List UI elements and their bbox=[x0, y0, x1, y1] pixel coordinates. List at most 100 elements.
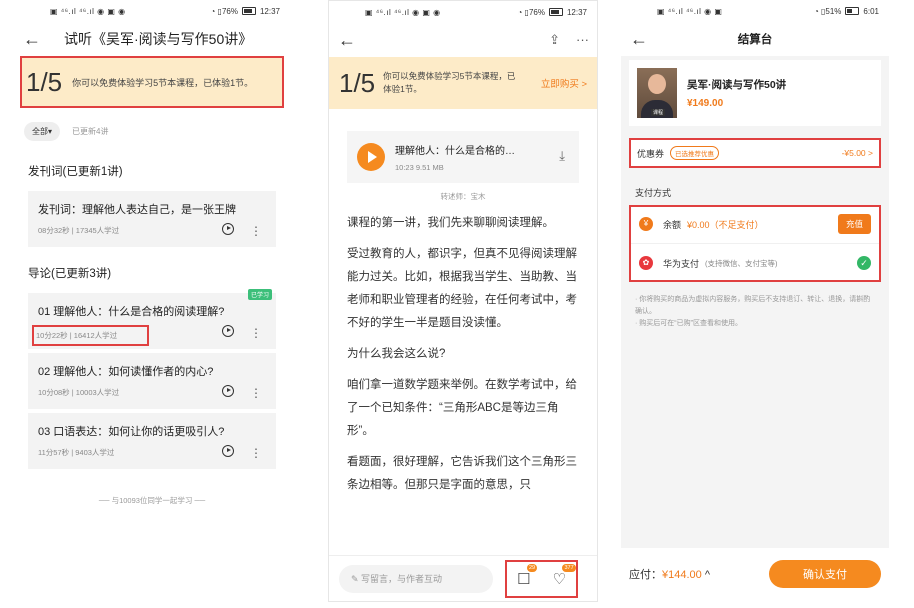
course-tag: 课程 bbox=[651, 109, 666, 116]
coupon-amount: -¥5.00 > bbox=[841, 148, 873, 158]
amount-due-value: ¥144.00 bbox=[662, 569, 702, 581]
phone-trial-list: ▣ ⁴⁶.ıl ⁴⁶.ıl ◉ ▣ ◉ ◔ ▯76% 12:37 ← 试听《吴军… bbox=[14, 0, 290, 600]
narrator-label: 转述师：宝木 bbox=[440, 192, 486, 201]
recharge-button[interactable]: 充值 bbox=[837, 214, 871, 234]
coupon-row[interactable]: 优惠券 已选推荐优惠 -¥5.00 > bbox=[629, 138, 881, 168]
lesson-card[interactable]: 已学习 01 理解他人：什么是合格的阅读理解? 10分22秒 | 16412人学… bbox=[28, 289, 276, 349]
more-vertical-icon[interactable]: ⋮ bbox=[250, 447, 262, 459]
audio-player[interactable]: 理解他人：什么是合格的… 10:23 9.51 MB ⤓ bbox=[347, 131, 579, 183]
comment-count-badge: 29 bbox=[527, 563, 538, 572]
trial-banner: 1/5 你可以免费体验学习5节本课程，已体验1节。 bbox=[20, 56, 284, 108]
coupon-tag: 已选推荐优惠 bbox=[670, 146, 720, 160]
balance-label: 余额 bbox=[663, 219, 682, 230]
article-paragraph: 咱们拿一道数学题来举例。在数学考试中，给了一个已知条件：“三角形ABC是等边三角… bbox=[347, 379, 577, 437]
article-paragraph: 为什么我会这么说? bbox=[347, 348, 446, 360]
status-icons-left: ▣ ⁴⁶.ıl ⁴⁶.ıl ◉ ▣ bbox=[657, 6, 723, 16]
huawei-logo-icon: ✿ bbox=[639, 256, 653, 270]
amount-due: 应付：¥144.00 ^ bbox=[629, 569, 710, 581]
trial-message: 你可以免费体验学习5节本课程，已体验1节。 bbox=[383, 71, 516, 94]
article-paragraph: 看题面，很好理解，它告诉我们这个三角形三条边相等。但那只是字面的意思，只 bbox=[347, 456, 577, 491]
lesson-title: 01 理解他人：什么是合格的阅读理解? bbox=[38, 306, 225, 318]
header: ← ⇪ ··· bbox=[329, 23, 597, 57]
learned-badge: 已学习 bbox=[247, 289, 272, 300]
status-icons-right: ◔ ▯76% bbox=[517, 7, 545, 17]
header: ← 结算台 bbox=[621, 22, 889, 56]
status-icons-left: ▣ ⁴⁶.ıl ⁴⁶.ıl ◉ ▣ ◉ bbox=[50, 6, 126, 16]
note-line: · 你将购买的商品为虚拟内容服务，购买后不支持退订、转让、退换，请斟酌确认。 bbox=[635, 296, 871, 315]
huawei-pay-sub: (支持微信、支付宝等) bbox=[705, 258, 778, 268]
coupon-label: 优惠券 bbox=[637, 148, 665, 159]
article-paragraph: 课程的第一讲，我们先来聊聊阅读理解。 bbox=[347, 217, 554, 229]
purchase-notes: · 你将购买的商品为虚拟内容服务，购买后不支持退订、转让、退换，请斟酌确认。 ·… bbox=[621, 282, 889, 342]
more-vertical-icon[interactable]: ⋮ bbox=[250, 387, 262, 399]
play-icon[interactable] bbox=[222, 445, 234, 457]
learner-count-note: ── 与10093位同学一起学习 ── bbox=[98, 496, 206, 505]
product-price: ¥149.00 bbox=[687, 98, 724, 109]
header: ← 试听《吴军·阅读与写作50讲》 bbox=[14, 22, 290, 56]
status-icons-right: ◔ ▯51% bbox=[813, 6, 842, 16]
balance-option[interactable]: ¥ 余额 ¥0.00（不足支付） 充值 bbox=[629, 205, 881, 244]
lesson-title: 发刊词：理解他人表达自己，是一张王牌 bbox=[38, 204, 236, 216]
trial-count: 1/5 bbox=[26, 66, 63, 97]
pay-bar: 应付：¥144.00 ^ 确认支付 bbox=[621, 548, 889, 600]
filter-all-chip[interactable]: 全部▾ bbox=[24, 122, 61, 141]
huawei-pay-option[interactable]: ✿ 华为支付 (支持微信、支付宝等) ✓ bbox=[629, 244, 881, 282]
comment-input[interactable]: ✎ 写留言，与作者互动 bbox=[339, 564, 493, 593]
battery-icon bbox=[845, 7, 860, 15]
play-icon[interactable] bbox=[222, 325, 234, 337]
battery-icon bbox=[548, 8, 563, 16]
status-bar: ▣ ⁴⁶.ıl ⁴⁶.ıl ◉ ▣ ◉ ◔ ▯76% 12:37 bbox=[329, 1, 597, 23]
payment-method-label: 支付方式 bbox=[635, 188, 672, 198]
more-vertical-icon[interactable]: ⋮ bbox=[250, 327, 262, 339]
status-icons-right: ◔ ▯76% bbox=[210, 6, 238, 16]
section-title: 导论(已更新3讲) bbox=[28, 268, 112, 280]
updated-count: 已更新4讲 bbox=[72, 127, 109, 136]
confirm-pay-button[interactable]: 确认支付 bbox=[769, 560, 881, 588]
back-arrow-icon[interactable]: ← bbox=[329, 30, 365, 51]
trial-message: 你可以免费体验学习5节本课程，已体验1节。 bbox=[72, 77, 254, 88]
status-icons-left: ▣ ⁴⁶.ıl ⁴⁶.ıl ◉ ▣ ◉ bbox=[365, 7, 441, 17]
lesson-title: 02 理解他人：如何读懂作者的内心? bbox=[38, 366, 214, 378]
article-paragraph: 受过教育的人，都识字，但真不见得阅读理解能力过关。比如，根据我当学生、当助教、当… bbox=[347, 248, 577, 329]
status-time: 6:01 bbox=[863, 6, 879, 16]
lesson-title: 03 口语表达：如何让你的话更吸引人? bbox=[38, 426, 225, 438]
buy-now-link[interactable]: 立即购买 > bbox=[541, 76, 587, 90]
lesson-card[interactable]: 02 理解他人：如何读懂作者的内心? 10分08秒 | 10003人学过 ⋮ bbox=[28, 353, 276, 409]
yuan-icon: ¥ bbox=[639, 217, 653, 231]
product-card: 课程 吴军·阅读与写作50讲 ¥149.00 bbox=[629, 60, 881, 126]
lesson-card[interactable]: 03 口语表达：如何让你的话更吸引人? 11分57秒 | 9403人学过 ⋮ bbox=[28, 413, 276, 469]
page-title: 试听《吴军·阅读与写作50讲》 bbox=[64, 31, 253, 47]
comment-icon[interactable]: ☐ 29 bbox=[517, 563, 538, 588]
section-title: 发刊词(已更新1讲) bbox=[28, 166, 123, 178]
balance-amount: ¥0.00（不足支付） bbox=[687, 219, 764, 230]
play-button-icon[interactable] bbox=[357, 143, 385, 171]
trial-banner: 1/5 你可以免费体验学习5节本课程，已体验1节。 立即购买 > bbox=[329, 57, 597, 109]
payment-methods: ¥ 余额 ¥0.00（不足支付） 充值 ✿ 华为支付 (支持微信、支付宝等) ✓ bbox=[629, 205, 881, 282]
status-time: 12:37 bbox=[566, 7, 587, 17]
more-vertical-icon[interactable]: ⋮ bbox=[250, 225, 262, 237]
chevron-up-icon[interactable]: ^ bbox=[705, 569, 710, 581]
product-name: 吴军·阅读与写作50讲 bbox=[687, 79, 787, 91]
lesson-card[interactable]: 发刊词：理解他人表达自己，是一张王牌 08分32秒 | 17345人学过 ⋮ bbox=[28, 191, 276, 247]
more-horizontal-icon[interactable]: ··· bbox=[576, 32, 589, 48]
like-count-badge: 377 bbox=[562, 563, 576, 572]
heart-icon[interactable]: ♡ 377 bbox=[552, 563, 576, 588]
audio-meta: 10:23 9.51 MB bbox=[395, 163, 444, 172]
back-arrow-icon[interactable]: ← bbox=[14, 29, 50, 50]
status-bar: ▣ ⁴⁶.ıl ⁴⁶.ıl ◉ ▣ ◉ ◔ ▯76% 12:37 bbox=[14, 0, 290, 22]
phone-checkout: ▣ ⁴⁶.ıl ⁴⁶.ıl ◉ ▣ ◔ ▯51% 6:01 ← 结算台 课程 吴… bbox=[621, 0, 889, 600]
check-circle-icon: ✓ bbox=[857, 256, 871, 270]
battery-icon bbox=[241, 7, 256, 15]
download-icon[interactable]: ⤓ bbox=[559, 148, 565, 164]
phone-lesson-article: ▣ ⁴⁶.ıl ⁴⁶.ıl ◉ ▣ ◉ ◔ ▯76% 12:37 ← ⇪ ···… bbox=[328, 0, 598, 602]
share-icon[interactable]: ⇪ bbox=[549, 32, 560, 48]
audio-title: 理解他人：什么是合格的… bbox=[395, 146, 515, 157]
page-title: 结算台 bbox=[737, 34, 773, 46]
status-bar: ▣ ⁴⁶.ıl ⁴⁶.ıl ◉ ▣ ◔ ▯51% 6:01 bbox=[621, 0, 889, 22]
trial-count: 1/5 bbox=[339, 67, 376, 98]
play-icon[interactable] bbox=[222, 223, 234, 235]
play-icon[interactable] bbox=[222, 385, 234, 397]
back-arrow-icon[interactable]: ← bbox=[621, 29, 657, 50]
filter-bar: 全部▾ 已更新4讲 bbox=[14, 108, 290, 149]
lesson-meta: 10分22秒 | 16412人学过 bbox=[31, 325, 150, 346]
